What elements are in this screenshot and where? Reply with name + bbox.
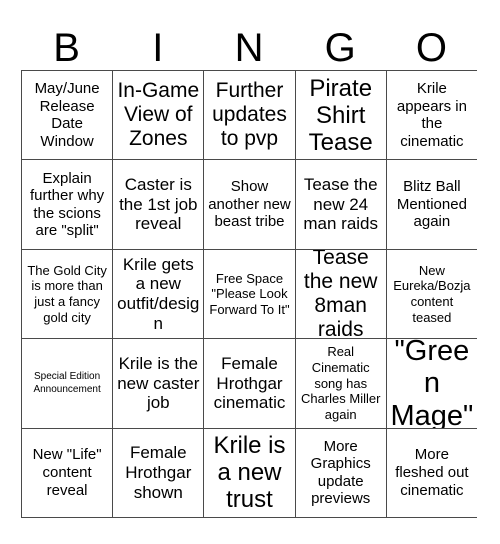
bingo-cell-text: Caster is the 1st job reveal — [119, 175, 198, 234]
bingo-cell-r5c5[interactable]: More fleshed out cinematic — [386, 428, 477, 517]
bingo-cell-text: New "Life" content reveal — [32, 446, 102, 499]
bingo-cell-text: Female Hrothgar shown — [125, 443, 192, 502]
bingo-cell-text: Krile is the new caster job — [117, 353, 200, 413]
bingo-cell-r2c1[interactable]: Explain further why the scions are "spli… — [22, 160, 113, 249]
bingo-cell-r3c5[interactable]: New Eureka/Bozja content teased — [386, 249, 477, 339]
bingo-cell-text: More fleshed out cinematic — [395, 446, 469, 499]
bingo-cell-text: Show another new beast tribe — [208, 178, 291, 231]
bingo-cell-text: Female Hrothgar cinematic — [213, 353, 286, 413]
bingo-header-row: B I N G O — [21, 16, 477, 70]
bingo-cell-r3c1[interactable]: The Gold City is more than just a fancy … — [22, 249, 113, 339]
bingo-cell-text: "Green Mage" — [390, 339, 474, 428]
bingo-card: B I N G O May/June Release Date Window In… — [0, 0, 500, 544]
bingo-cell-r5c4[interactable]: More Graphics update previews — [295, 428, 386, 517]
bingo-grid: May/June Release Date Window In-Game View… — [21, 70, 477, 518]
bingo-cell-r2c5[interactable]: Blitz Ball Mentioned again — [386, 160, 477, 249]
bingo-cell-text: Krile is a new trust — [213, 432, 286, 514]
bingo-cell-text: Pirate Shirt Tease — [308, 74, 373, 156]
bingo-cell-r3c2[interactable]: Krile gets a new outfit/design — [113, 249, 204, 339]
bingo-cell-text: The Gold City is more than just a fancy … — [27, 262, 107, 325]
bingo-cell-text: New Eureka/Bozja content teased — [393, 262, 471, 325]
bingo-cell-r1c4[interactable]: Pirate Shirt Tease — [295, 71, 386, 160]
bingo-cell-r4c4[interactable]: Real Cinematic song has Charles Miller a… — [295, 339, 386, 428]
bingo-cell-r3c3[interactable]: Free Space "Please Look Forward To It" — [204, 249, 295, 339]
bingo-cell-r4c2[interactable]: Krile is the new caster job — [113, 339, 204, 428]
bingo-cell-text: Krile appears in the cinematic — [396, 80, 467, 150]
bingo-cell-r1c5[interactable]: Krile appears in the cinematic — [386, 71, 477, 160]
bingo-header-letter-o: O — [415, 26, 447, 70]
bingo-cell-r5c1[interactable]: New "Life" content reveal — [22, 428, 113, 517]
bingo-cell-r2c3[interactable]: Show another new beast tribe — [204, 160, 295, 249]
bingo-cell-text: In-Game View of Zones — [117, 79, 200, 151]
bingo-cell-text: May/June Release Date Window — [34, 80, 100, 150]
bingo-cell-r2c2[interactable]: Caster is the 1st job reveal — [113, 160, 204, 249]
bingo-cell-text: Explain further why the scions are "spli… — [29, 169, 105, 240]
bingo-cell-r5c2[interactable]: Female Hrothgar shown — [113, 428, 204, 517]
bingo-cell-r4c5[interactable]: "Green Mage" — [386, 339, 477, 428]
bingo-cell-text: Real Cinematic song has Charles Miller a… — [300, 344, 381, 422]
bingo-header-letter-i: I — [152, 26, 164, 70]
bingo-cell-r2c4[interactable]: Tease the new 24 man raids — [295, 160, 386, 249]
bingo-cell-r5c3[interactable]: Krile is a new trust — [204, 428, 295, 517]
bingo-cell-r1c3[interactable]: Further updates to pvp — [204, 71, 295, 160]
bingo-cell-text: Blitz Ball Mentioned again — [396, 178, 467, 231]
bingo-cell-r3c4[interactable]: Tease the new 8man raids — [295, 249, 386, 339]
bingo-cell-r4c3[interactable]: Female Hrothgar cinematic — [204, 339, 295, 428]
bingo-cell-r4c1[interactable]: Special Edition Announcement — [22, 339, 113, 428]
bingo-cell-text: Further updates to pvp — [212, 79, 287, 151]
bingo-cell-text: Tease the new 8man raids — [303, 249, 378, 339]
bingo-cell-text: Krile gets a new outfit/design — [117, 254, 200, 333]
bingo-cell-r1c2[interactable]: In-Game View of Zones — [113, 71, 204, 160]
bingo-header-letter-g: G — [324, 26, 356, 70]
bingo-cell-r1c1[interactable]: May/June Release Date Window — [22, 71, 113, 160]
bingo-cell-text: Free Space "Please Look Forward To It" — [209, 270, 290, 317]
bingo-cell-text: Special Edition Announcement — [33, 371, 101, 396]
bingo-cell-text: More Graphics update previews — [310, 437, 371, 508]
bingo-header-letter-n: N — [234, 26, 264, 70]
bingo-cell-text: Tease the new 24 man raids — [303, 175, 379, 234]
bingo-header-letter-b: B — [53, 26, 80, 70]
